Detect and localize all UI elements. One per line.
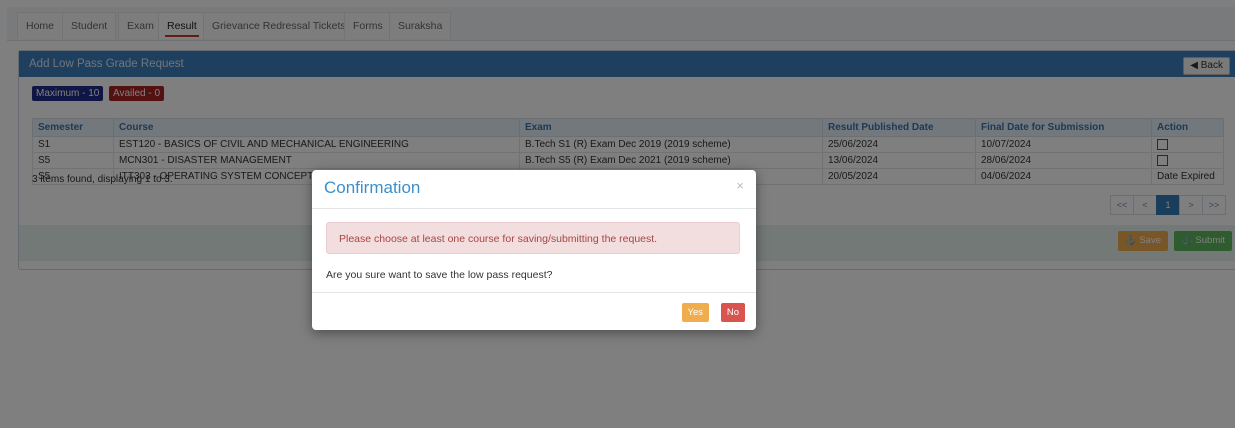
modal-title: Confirmation xyxy=(324,178,421,197)
confirmation-modal: Confirmation × Please choose at least on… xyxy=(312,170,756,330)
yes-button[interactable]: Yes xyxy=(681,303,709,322)
no-button[interactable]: No xyxy=(720,303,745,322)
confirm-question: Are you sure want to save the low pass r… xyxy=(326,269,553,281)
modal-footer: Yes No xyxy=(312,292,756,331)
validation-alert: Please choose at least one course for sa… xyxy=(326,222,740,254)
modal-header: Confirmation × xyxy=(312,170,756,209)
close-icon[interactable]: × xyxy=(736,178,744,193)
